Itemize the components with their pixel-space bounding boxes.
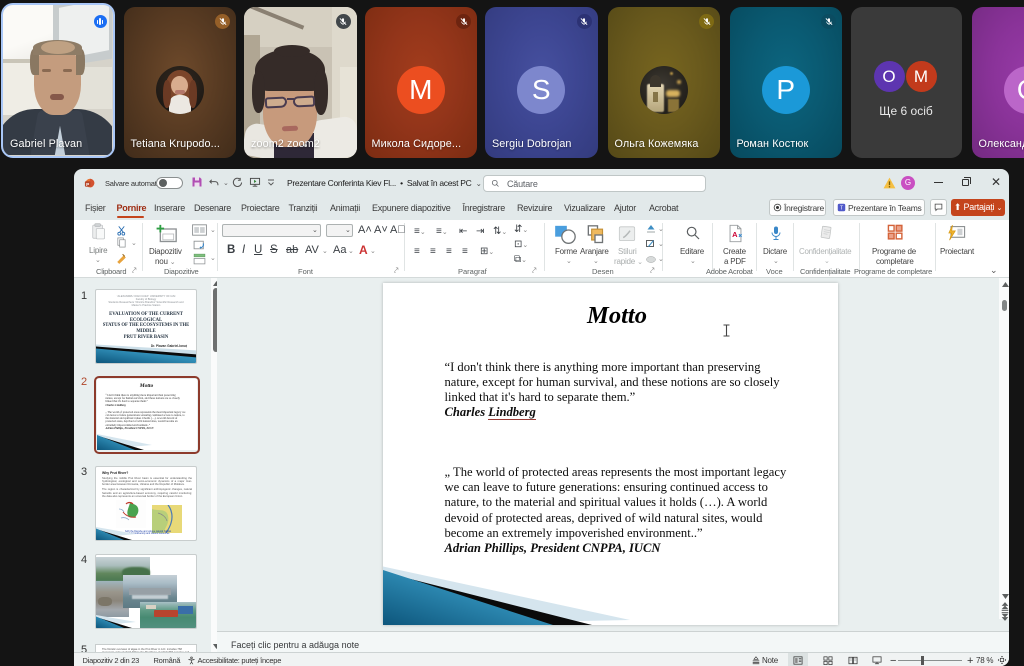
svg-text:A: A [732, 230, 738, 239]
svg-text:P: P [86, 182, 89, 187]
